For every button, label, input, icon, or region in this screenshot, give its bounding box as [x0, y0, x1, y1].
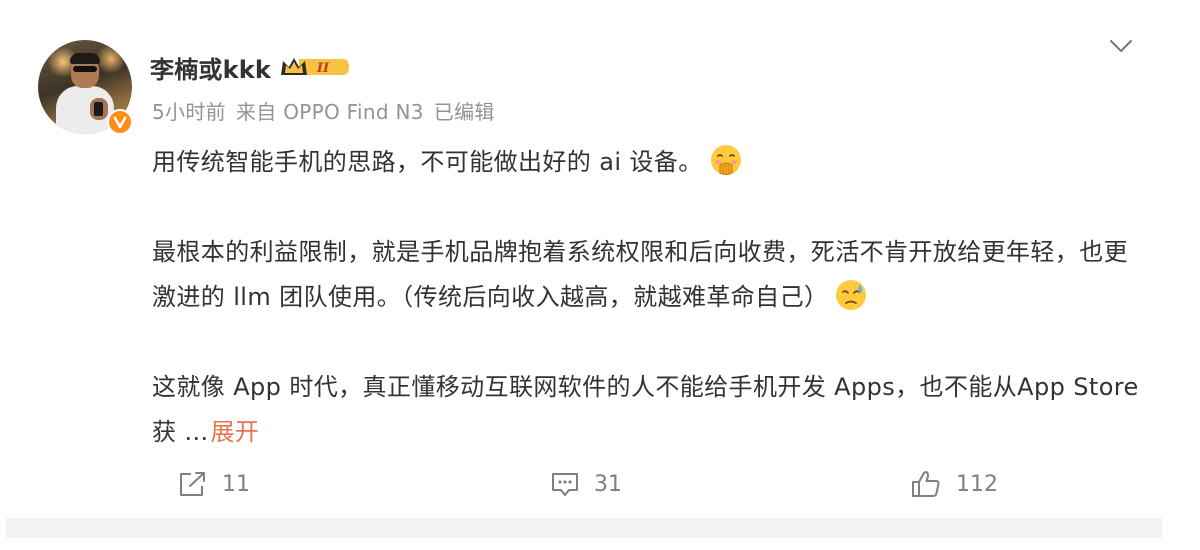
crown-level-badge-icon[interactable]: II	[279, 53, 351, 81]
post-time[interactable]: 5小时前	[152, 100, 226, 124]
sweat-face-emoji-icon	[834, 278, 868, 312]
post-paragraph: 这就像 App 时代，真正懂移动互联网软件的人不能给手机开发 Apps，也不能从…	[152, 365, 1142, 455]
truncation-ellipsis: ...	[184, 418, 209, 446]
avatar-figure-glasses	[73, 66, 97, 72]
post-body: 用传统智能手机的思路，不可能做出好的 ai 设备。 最根本的利益限制，就是手机品…	[152, 140, 1142, 455]
share-icon	[180, 472, 205, 496]
share-button[interactable]: 11	[178, 462, 250, 506]
post-paragraph: 最根本的利益限制，就是手机品牌抱着系统权限和后向收费，死活不肯开放给更年轻，也更…	[152, 230, 1142, 320]
avatar-figure-hair	[70, 53, 100, 64]
action-bar: 11 31 112	[0, 462, 1200, 506]
post-edited-label[interactable]: 已编辑	[434, 100, 495, 124]
comment-count: 31	[594, 471, 622, 497]
share-count: 11	[222, 471, 250, 497]
author-name[interactable]: 李楠或kkk	[150, 50, 271, 85]
chevron-down-icon[interactable]	[1108, 36, 1134, 56]
thumbs-up-icon	[912, 471, 940, 497]
paragraph-text: 最根本的利益限制，就是手机品牌抱着系统权限和后向收费，死活不肯开放给更年轻，也更…	[152, 238, 1128, 311]
like-count: 112	[956, 471, 998, 497]
feed-separator	[6, 518, 1162, 538]
paragraph-text: 这就像 App 时代，真正懂移动互联网软件的人不能给手机开发 Apps，也不能从…	[152, 373, 1139, 446]
hand-over-mouth-emoji-icon	[709, 143, 743, 177]
avatar-background-light	[96, 44, 126, 74]
comment-button[interactable]: 31	[550, 462, 622, 506]
expand-link[interactable]: 展开	[211, 418, 260, 446]
weibo-post-card: 李楠或kkk II 5小时前 来自 OPPO Find N3 已编辑 用传统智能手机…	[0, 0, 1200, 518]
avatar-figure-phone	[94, 102, 103, 116]
comment-icon	[552, 473, 578, 496]
like-button[interactable]: 112	[910, 462, 998, 506]
paragraph-text: 用传统智能手机的思路，不可能做出好的 ai 设备。	[152, 148, 703, 176]
level-badge-text: II	[316, 61, 330, 76]
verified-icon	[107, 109, 133, 135]
post-paragraph: 用传统智能手机的思路，不可能做出好的 ai 设备。	[152, 140, 1142, 185]
author-row: 李楠或kkk II	[150, 50, 351, 84]
post-meta: 5小时前 来自 OPPO Find N3 已编辑	[152, 96, 495, 125]
post-source: 来自 OPPO Find N3	[235, 100, 424, 124]
